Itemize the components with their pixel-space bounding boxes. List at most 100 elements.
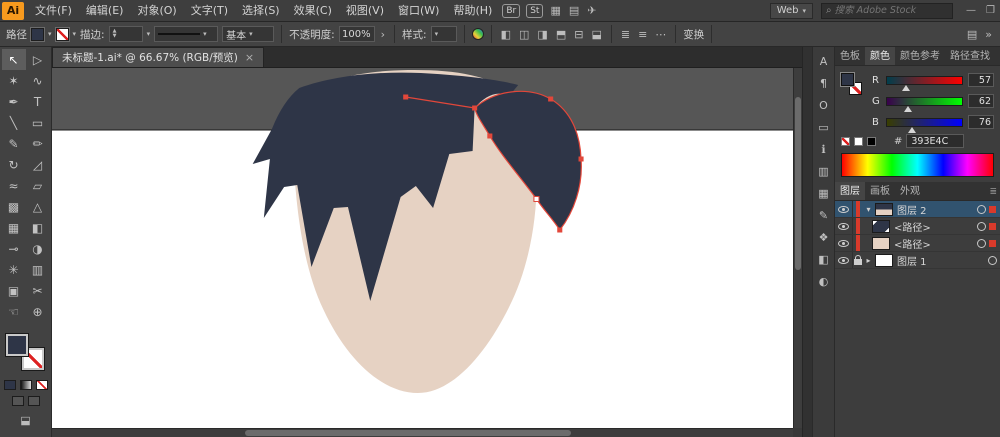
expand-caret-icon[interactable]: ▾ (862, 205, 875, 214)
draw-behind-button[interactable] (27, 396, 40, 406)
selection-indicator[interactable] (989, 222, 996, 230)
visibility-toggle[interactable] (835, 201, 853, 217)
align-bottom-icon[interactable]: ⬓ (589, 28, 603, 41)
layer-thumbnail[interactable] (872, 219, 890, 233)
menu-object[interactable]: 对象(O) (130, 0, 183, 21)
white-swatch[interactable] (854, 136, 863, 146)
tab-artboards[interactable]: 画板 (865, 182, 895, 200)
blend-tool[interactable]: ◑ (26, 238, 50, 259)
chevron-down-icon[interactable]: ▾ (48, 30, 52, 38)
chevron-down-icon[interactable]: ▾ (73, 30, 77, 38)
graph-panel-icon[interactable]: ▥ (814, 162, 834, 181)
align-right-icon[interactable]: ◨ (535, 28, 549, 41)
anchor-point[interactable] (403, 94, 409, 100)
layer-row-path1[interactable]: <路径> (835, 218, 1000, 235)
menu-edit[interactable]: 编辑(E) (79, 0, 131, 21)
width-tool[interactable]: ≈ (2, 175, 26, 196)
target-circle[interactable] (977, 204, 986, 214)
style-dropdown[interactable]: ▾ (430, 26, 457, 42)
color-mode-button[interactable] (3, 380, 16, 390)
hex-value-box[interactable]: 393E4C (906, 134, 965, 148)
menu-help[interactable]: 帮助(H) (446, 0, 499, 21)
tab-swatches[interactable]: 色板 (835, 47, 865, 65)
black-swatch[interactable] (867, 136, 876, 146)
vertical-scrollbar[interactable] (793, 68, 802, 428)
selection-indicator[interactable] (989, 205, 996, 213)
vertical-scrollbar-thumb[interactable] (795, 96, 801, 270)
distribute-center-icon[interactable]: ≡ (636, 28, 649, 41)
gradient-mode-button[interactable] (19, 380, 32, 390)
anchor-point[interactable] (472, 105, 478, 111)
horizontal-scrollbar[interactable] (52, 428, 793, 437)
lock-toggle[interactable] (853, 218, 862, 234)
visibility-toggle[interactable] (835, 235, 853, 251)
artboard-tool[interactable]: ▣ (2, 280, 26, 301)
expand-caret-icon[interactable]: ▸ (862, 256, 875, 265)
pen-tool[interactable]: ✒ (2, 91, 26, 112)
brushes-panel-icon[interactable]: ✎ (814, 206, 834, 225)
recolor-artwork-icon[interactable] (471, 28, 484, 40)
horizontal-scrollbar-thumb[interactable] (244, 430, 571, 436)
anchor-point[interactable] (487, 133, 493, 139)
layer-row-layer2[interactable]: ▾ 图层 2 (835, 201, 1000, 218)
opacity-value-box[interactable]: 100% (338, 26, 375, 42)
menu-type[interactable]: 文字(T) (184, 0, 235, 21)
menu-effect[interactable]: 效果(C) (287, 0, 339, 21)
none-swatch[interactable] (841, 136, 850, 146)
scale-tool[interactable]: ◿ (26, 154, 50, 175)
stroke-weight-stepper[interactable]: ▲ ▼ (108, 26, 143, 42)
bridge-button[interactable]: Br (502, 3, 521, 18)
anchor-point[interactable] (557, 227, 563, 233)
align-v-center-icon[interactable]: ⊟ (572, 28, 585, 41)
symbols-panel-icon[interactable]: ❖ (814, 228, 834, 247)
share-icon[interactable]: ✈ (583, 4, 600, 17)
menu-view[interactable]: 视图(V) (339, 0, 391, 21)
align-h-center-icon[interactable]: ◫ (517, 28, 531, 41)
workspace-layout-icon[interactable]: ▤ (565, 4, 583, 17)
layer-name[interactable]: <路径> (894, 219, 974, 234)
layer-name[interactable]: <路径> (894, 236, 974, 251)
panel-menu-icon[interactable]: ▤ (965, 28, 979, 41)
tab-appearance[interactable]: 外观 (895, 182, 925, 200)
screen-mode-button[interactable]: ⬓ (20, 414, 30, 427)
swatches-panel-icon[interactable]: ▦ (814, 184, 834, 203)
layer-name[interactable]: 图层 2 (897, 202, 974, 217)
direct-selection-tool[interactable]: ▷ (26, 49, 50, 70)
layer-row-path2[interactable]: <路径> (835, 235, 1000, 252)
selection-indicator[interactable] (989, 239, 996, 247)
target-circle[interactable] (988, 255, 997, 265)
double-chevron-icon[interactable]: » (983, 28, 994, 41)
shape-builder-tool[interactable]: ▩ (2, 196, 26, 217)
anchor-point[interactable] (533, 196, 540, 202)
transparency-panel-icon[interactable]: ◐ (814, 272, 834, 291)
layer-thumbnail[interactable] (875, 253, 893, 267)
brush-definition-dropdown[interactable]: ▾ (154, 26, 219, 42)
gradient-panel-icon[interactable]: ◧ (814, 250, 834, 269)
layer-thumbnail[interactable] (872, 236, 890, 250)
slice-tool[interactable]: ✂ (26, 280, 50, 301)
perspective-grid-tool[interactable]: △ (26, 196, 50, 217)
symbol-sprayer-tool[interactable]: ✳ (2, 259, 26, 280)
color-spectrum[interactable] (841, 153, 994, 177)
type-tool[interactable]: T (26, 91, 50, 112)
none-mode-button[interactable] (35, 380, 48, 390)
stock-button[interactable]: St (526, 3, 544, 18)
menu-file[interactable]: 文件(F) (28, 0, 79, 21)
eyedropper-tool[interactable]: ⊸ (2, 238, 26, 259)
info-panel-icon[interactable]: ℹ (814, 140, 834, 159)
app-logo-icon[interactable]: Ai (2, 1, 24, 20)
distribute-right-icon[interactable]: ⋯ (653, 28, 668, 41)
blue-value-box[interactable]: 76 (968, 115, 994, 129)
anchor-point[interactable] (548, 96, 554, 102)
zoom-tool[interactable]: ⊕ (26, 301, 50, 322)
panel-menu-icon[interactable]: ≣ (986, 184, 1000, 200)
document-tab[interactable]: 未标题-1.ai* @ 66.67% (RGB/预览) × (52, 47, 265, 67)
paragraph-panel-icon[interactable]: ¶ (814, 74, 834, 93)
selection-tool[interactable]: ↖ (1, 49, 26, 70)
opentype-panel-icon[interactable]: O (814, 96, 834, 115)
menu-window[interactable]: 窗口(W) (391, 0, 446, 21)
rotate-tool[interactable]: ↻ (2, 154, 26, 175)
target-circle[interactable] (977, 238, 986, 248)
blue-slider-thumb[interactable] (908, 123, 916, 133)
search-input[interactable] (834, 5, 949, 16)
